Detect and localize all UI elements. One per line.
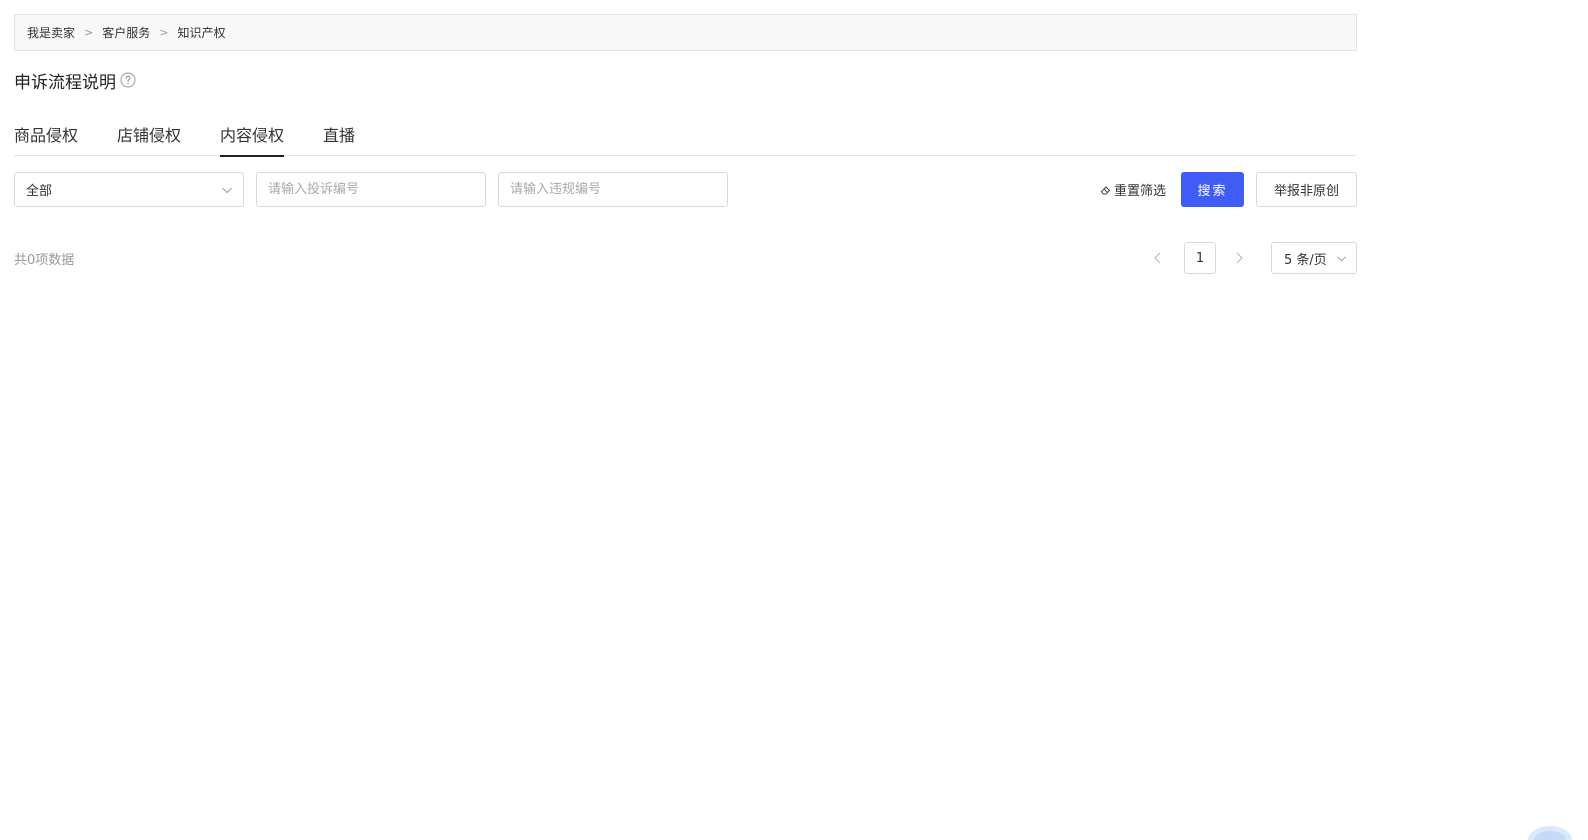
- chevron-right-icon[interactable]: [1231, 250, 1247, 266]
- breadcrumb-item-ip: 知识产权: [177, 26, 226, 40]
- chevron-down-icon: [1337, 256, 1346, 262]
- breadcrumb-separator: >: [84, 26, 94, 39]
- chevron-left-icon[interactable]: [1150, 250, 1166, 266]
- tab-content-infringement[interactable]: 内容侵权: [220, 112, 285, 157]
- tab-product-infringement[interactable]: 商品侵权: [14, 112, 78, 156]
- page-size-label: 5 条/页: [1284, 252, 1327, 268]
- filter-bar: 全部 重置筛选 搜索 举报非原创: [14, 172, 1357, 207]
- page-size-select[interactable]: 5 条/页: [1271, 242, 1357, 274]
- chevron-down-icon: [222, 187, 232, 194]
- page-root: 我是卖家 > 客户服务 > 知识产权 申诉流程说明 商品侵权 店铺侵权 内容侵权…: [0, 0, 1588, 840]
- breadcrumb-item-seller[interactable]: 我是卖家: [27, 24, 75, 41]
- title-row: 申诉流程说明: [14, 68, 136, 93]
- tab-live[interactable]: 直播: [323, 112, 355, 156]
- pagination: 1 5 条/页: [1150, 242, 1357, 274]
- page-number-current[interactable]: 1: [1184, 242, 1216, 274]
- breadcrumb-item-customer-service[interactable]: 客户服务: [102, 24, 150, 41]
- eraser-icon: [1100, 185, 1111, 194]
- tab-bar: 商品侵权 店铺侵权 内容侵权 直播: [14, 112, 1357, 157]
- page-title[interactable]: 申诉流程说明: [14, 68, 116, 93]
- search-button[interactable]: 搜索: [1181, 172, 1244, 207]
- breadcrumb: 我是卖家 > 客户服务 > 知识产权: [14, 14, 1357, 51]
- complaint-number-input[interactable]: [256, 172, 486, 207]
- tab-store-infringement[interactable]: 店铺侵权: [117, 112, 181, 156]
- total-count: 共0项数据: [14, 253, 75, 268]
- reset-filters-label: 重置筛选: [1114, 184, 1167, 199]
- status-select-value: 全部: [26, 184, 53, 199]
- violation-number-input[interactable]: [498, 172, 728, 207]
- floating-widget-icon[interactable]: [1526, 823, 1574, 840]
- breadcrumb-separator: >: [159, 26, 169, 39]
- status-select[interactable]: 全部: [14, 172, 244, 207]
- report-non-original-button[interactable]: 举报非原创: [1256, 172, 1357, 207]
- reset-filters-button[interactable]: 重置筛选: [1100, 172, 1166, 207]
- question-circle-icon[interactable]: [120, 72, 136, 88]
